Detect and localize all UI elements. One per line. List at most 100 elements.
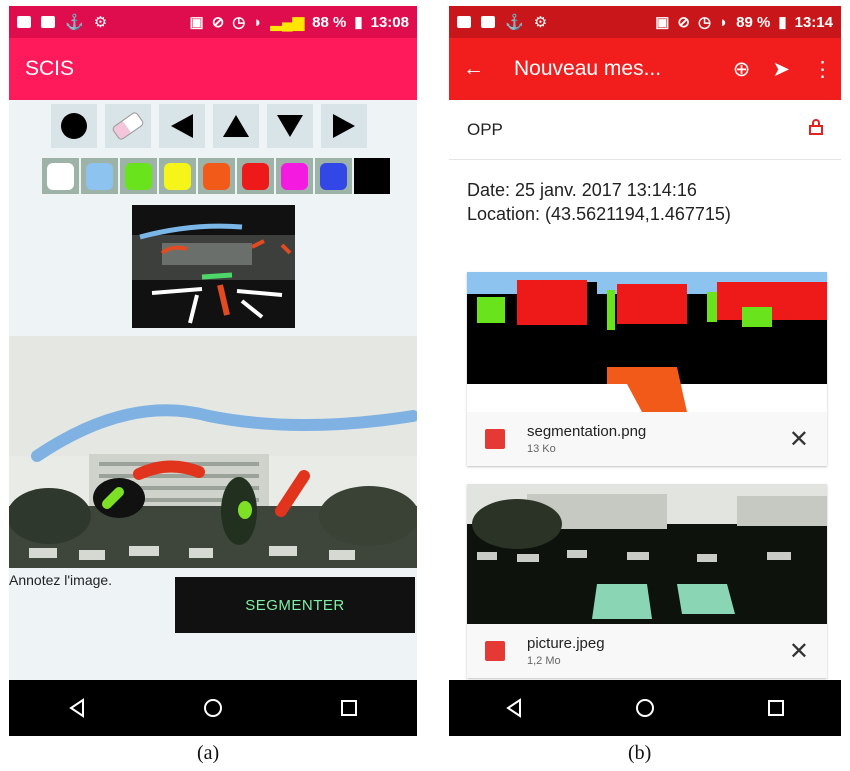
lock-icon <box>809 119 823 140</box>
color-swatch-8[interactable] <box>354 158 390 194</box>
android-icon: ⚙ <box>93 14 108 31</box>
attachment-card[interactable]: picture.jpeg 1,2 Mo ✕ <box>467 484 827 678</box>
brush-tool-button[interactable] <box>51 104 97 148</box>
phone-b-screen: ⚓ ⚙ ▣ ⊘ ◷ ◗ 89 % ▮ 13:14 ← Nouveau mes..… <box>449 6 841 736</box>
camera-icon <box>481 16 495 28</box>
image-file-icon <box>485 641 505 661</box>
caption-a: (a) <box>197 742 220 764</box>
attach-icon[interactable]: ⊕ <box>733 57 751 82</box>
move-left-button[interactable] <box>159 104 205 148</box>
back-nav-icon[interactable] <box>65 696 89 720</box>
color-swatch-fill <box>242 162 269 190</box>
color-swatch-fill <box>320 162 347 190</box>
home-nav-icon[interactable] <box>201 696 225 720</box>
move-up-button[interactable] <box>213 104 259 148</box>
attachment-name: picture.jpeg <box>527 635 605 652</box>
app-bar: SCIS <box>9 38 417 100</box>
segmentation-preview <box>132 205 295 328</box>
annotation-panel: Annotez l'image. SEGMENTER <box>9 100 417 680</box>
color-swatch-1[interactable] <box>81 158 118 194</box>
color-swatch-fill <box>86 162 113 190</box>
battery-icon: ▮ <box>354 14 363 31</box>
message-text[interactable]: Date: 25 janv. 2017 13:14:16 Location: (… <box>449 160 841 226</box>
attachment-name: segmentation.png <box>527 423 647 440</box>
annotated-photo <box>9 336 417 568</box>
cast-icon: ▣ <box>655 14 670 31</box>
color-swatch-7[interactable] <box>315 158 352 194</box>
color-swatch-fill <box>164 162 191 190</box>
video-icon <box>17 16 31 28</box>
cast-icon: ▣ <box>189 14 204 31</box>
more-vert-icon[interactable]: ⋮ <box>812 57 833 82</box>
usb-icon: ⚓ <box>505 14 524 31</box>
arrow-left-icon <box>171 114 193 138</box>
color-swatch-2[interactable] <box>120 158 157 194</box>
nav-bar <box>449 680 841 736</box>
arrow-up-icon <box>223 115 249 137</box>
figure: ⚓ ⚙ ▣ ⊘ ◷ ◗ ▂▄▆ 88 % ▮ 13:08 SCIS Annote… <box>0 0 850 771</box>
remove-attachment-icon[interactable]: ✕ <box>789 637 809 666</box>
segment-button[interactable]: SEGMENTER <box>175 577 415 633</box>
color-swatch-6[interactable] <box>276 158 313 194</box>
remove-attachment-icon[interactable]: ✕ <box>789 425 809 454</box>
arrow-right-icon <box>333 114 355 138</box>
move-down-button[interactable] <box>267 104 313 148</box>
recents-nav-icon[interactable] <box>337 696 361 720</box>
dnd-icon: ⊘ <box>677 14 690 31</box>
eraser-icon <box>111 110 145 142</box>
back-arrow-icon[interactable]: ← <box>463 57 484 81</box>
nav-bar <box>9 680 417 736</box>
compose-title: Nouveau mes... <box>514 57 662 80</box>
home-nav-icon[interactable] <box>633 696 657 720</box>
video-icon <box>457 16 471 28</box>
attachment-thumbnail <box>467 484 827 624</box>
eraser-tool-button[interactable] <box>105 104 151 148</box>
compose-body: OPP Date: 25 janv. 2017 13:14:16 Locatio… <box>449 100 841 680</box>
attachment-card[interactable]: segmentation.png 13 Ko ✕ <box>467 272 827 466</box>
wifi-icon: ◗ <box>253 13 263 31</box>
recents-nav-icon[interactable] <box>764 696 788 720</box>
color-swatch-4[interactable] <box>198 158 235 194</box>
status-bar: ⚓ ⚙ ▣ ⊘ ◷ ◗ 89 % ▮ 13:14 <box>449 6 841 38</box>
phone-a-screen: ⚓ ⚙ ▣ ⊘ ◷ ◗ ▂▄▆ 88 % ▮ 13:08 SCIS Annote… <box>9 6 417 736</box>
location-line: Location: (43.5621194,1.467715) <box>467 204 731 224</box>
dnd-icon: ⊘ <box>211 14 225 31</box>
color-swatch-3[interactable] <box>159 158 196 194</box>
color-swatch-fill <box>47 162 74 190</box>
date-line: Date: 25 janv. 2017 13:14:16 <box>467 180 697 200</box>
clock: 13:08 <box>370 13 409 31</box>
recipient-row[interactable]: OPP <box>449 100 841 160</box>
color-swatch-0[interactable] <box>42 158 79 194</box>
battery-percent: 89 % <box>736 13 771 31</box>
alarm-icon: ◷ <box>232 14 246 31</box>
color-swatch-5[interactable] <box>237 158 274 194</box>
image-file-icon <box>485 429 505 449</box>
clock: 13:14 <box>794 13 833 31</box>
arrow-down-icon <box>277 115 303 137</box>
back-nav-icon[interactable] <box>502 696 526 720</box>
color-palette <box>42 158 390 194</box>
color-swatch-fill <box>281 162 308 190</box>
battery-percent: 88 % <box>312 13 347 31</box>
app-title: SCIS <box>25 57 75 80</box>
usb-icon: ⚓ <box>65 14 84 31</box>
camera-icon <box>41 16 55 28</box>
send-icon[interactable]: ➤ <box>772 57 790 82</box>
caption-b: (b) <box>628 742 652 764</box>
alarm-icon: ◷ <box>698 14 712 31</box>
attachment-size: 1,2 Mo <box>527 655 561 667</box>
android-icon: ⚙ <box>533 14 548 31</box>
recipient-field: OPP <box>467 119 503 139</box>
wifi-icon: ◗ <box>719 13 729 31</box>
move-right-button[interactable] <box>321 104 367 148</box>
app-bar: ← Nouveau mes... ⊕ ➤ ⋮ <box>449 38 841 100</box>
signal-icon: ▂▄▆ <box>270 14 305 31</box>
tool-row <box>51 104 367 148</box>
hint-text: Annotez l'image. <box>9 572 113 588</box>
color-swatch-fill <box>203 162 230 190</box>
attachment-thumbnail <box>467 272 827 412</box>
brush-dot-icon <box>61 113 87 139</box>
attachment-size: 13 Ko <box>527 443 556 455</box>
color-swatch-fill <box>125 162 152 190</box>
status-bar: ⚓ ⚙ ▣ ⊘ ◷ ◗ ▂▄▆ 88 % ▮ 13:08 <box>9 6 417 38</box>
